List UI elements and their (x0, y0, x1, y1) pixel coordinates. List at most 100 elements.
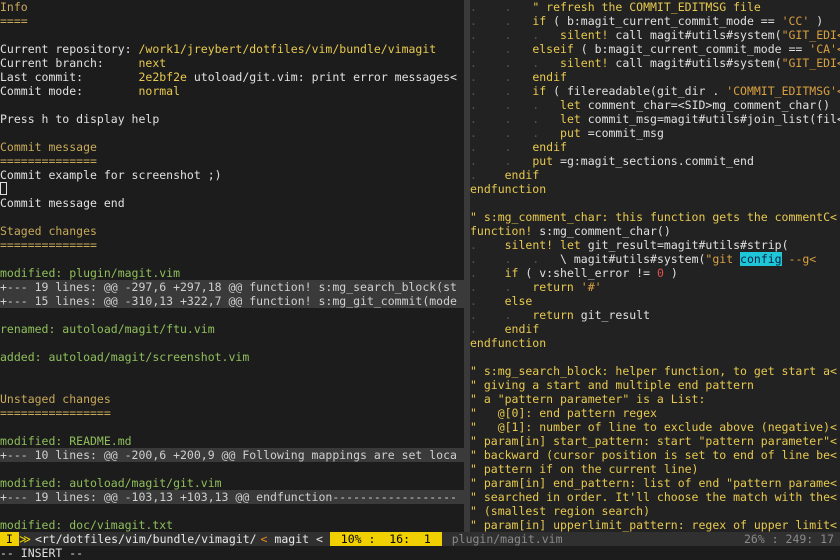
code-line[interactable]: " (smallest region search) (470, 504, 840, 518)
code-line[interactable]: endfunction (470, 182, 840, 196)
code-line[interactable]: " s:mg_search_block: helper function, to… (470, 364, 840, 378)
code-line[interactable]: . . . let commit_msg=magit#utils#join_li… (470, 112, 840, 126)
code-line[interactable]: . . " refresh the COMMIT_EDITMSG file (470, 0, 840, 14)
code-token: =commit_msg (580, 126, 664, 140)
code-token: function! (470, 224, 533, 238)
info-rule: ==== (0, 14, 28, 28)
code-token: . (470, 266, 505, 280)
code-line[interactable]: " s:mg_comment_char: this function gets … (470, 210, 840, 224)
code-token: endfunction (470, 336, 547, 350)
staged-file[interactable]: renamed: autoload/magit/ftu.vim (0, 322, 464, 336)
code-line[interactable]: " @[0]: end pattern regex (470, 406, 840, 420)
help-text: Press h to display help (0, 112, 160, 126)
commit-message-end: Commit message end (0, 196, 125, 210)
code-line[interactable]: . . . put =commit_msg (470, 126, 840, 140)
staged-file[interactable]: modified: plugin/magit.vim (0, 266, 464, 280)
code-token: --g< (781, 252, 817, 266)
code-token: silent! (560, 56, 609, 70)
code-line[interactable]: . . elseif ( b:magit_current_commit_mode… (470, 42, 840, 56)
code-token: =g:magit_sections.commit_end (553, 154, 754, 168)
code-line[interactable]: " a "pattern parameter" is a List: (470, 392, 840, 406)
code-token: . . . (470, 28, 561, 42)
info-title: Info (0, 0, 28, 14)
code-line[interactable]: . . return git_result (470, 308, 840, 322)
staged-rule: ============== (0, 238, 97, 252)
commit-message-title: Commit message (0, 140, 97, 154)
commit-hash: 2e2bf2e (138, 70, 187, 84)
commit-message-cursor-line[interactable] (0, 182, 464, 196)
code-token: let (560, 98, 581, 112)
code-line[interactable]: . silent! let git_result=magit#utils#str… (470, 238, 840, 252)
code-line[interactable]: " param[in] end_pattern: list of end "pa… (470, 476, 840, 490)
magit-buffer-pane[interactable]: Info ==== Current repository: /work1/jre… (0, 0, 464, 532)
code-line[interactable]: . . if ( b:magit_current_commit_mode == … (470, 14, 840, 28)
code-line[interactable]: . . if ( filereadable(git_dir . 'COMMIT_… (470, 84, 840, 98)
unstaged-file[interactable]: modified: autoload/magit/git.vim (0, 476, 464, 490)
code-token: \ magit#utils#system( (560, 252, 706, 266)
cursor-position: 10% : 16: 1 (329, 532, 442, 546)
code-line[interactable]: . . . silent! call magit#utils#system("G… (470, 28, 840, 42)
code-token: " searched in order. It'll choose the ma… (470, 490, 837, 504)
code-token: 0 (656, 266, 664, 280)
code-line[interactable]: . . . \ magit#utils#system("git config -… (470, 252, 840, 266)
code-token: " param[in] start_pattern: start "patter… (470, 434, 837, 448)
code-line[interactable]: . . . let comment_char=<SID>mg_comment_c… (470, 98, 840, 112)
code-token: '#' (580, 280, 602, 294)
commit-message-rule: ============== (0, 154, 97, 168)
code-line[interactable]: . . . silent! call magit#utils#system("G… (470, 56, 840, 70)
code-token: comment_char=<SID>mg_comment_char() (580, 98, 831, 112)
code-line[interactable]: . else (470, 294, 840, 308)
code-line[interactable]: . if ( v:shell_error != 0 ) (470, 266, 840, 280)
code-line[interactable]: endfunction (470, 336, 840, 350)
code-token: endif (504, 322, 540, 336)
code-line[interactable]: . . endif (470, 70, 840, 84)
code-line[interactable]: . . put =g:magit_sections.commit_end (470, 154, 840, 168)
unstaged-file[interactable]: modified: doc/vimagit.txt (0, 518, 464, 532)
staged-hunk-fold[interactable]: +--- 15 lines: @@ -310,13 +322,7 @@ func… (0, 294, 464, 308)
code-line[interactable]: . endif (470, 322, 840, 336)
code-line[interactable] (470, 350, 840, 364)
code-token: 'CA'< (809, 42, 840, 56)
code-line[interactable]: . . endif (470, 140, 840, 154)
filetype-separator: < (315, 532, 323, 546)
code-line[interactable]: " searched in order. It'll choose the ma… (470, 490, 840, 504)
status-line: I ≫ <rt/dotfiles/vim/bundle/vimagit/< magi… (0, 532, 840, 546)
search-highlight: config (740, 252, 782, 266)
code-token: " s:mg_comment_char: this function gets … (470, 210, 837, 224)
code-line[interactable]: " giving a start and multiple end patter… (470, 378, 840, 392)
code-token: call magit#utils#system( (608, 56, 782, 70)
code-line[interactable]: . endif (470, 168, 840, 182)
code-line[interactable]: " param[in] start_pattern: start "patter… (470, 434, 840, 448)
commit-message-line[interactable]: Commit example for screenshot ;) (0, 168, 464, 182)
unstaged-file[interactable]: modified: README.md (0, 434, 464, 448)
unstaged-hunk-fold[interactable]: +--- 10 lines: @@ -200,6 +200,9 @@ Follo… (0, 448, 464, 462)
info-mode-row: Commit mode: normal (0, 84, 181, 98)
source-editor-pane[interactable]: . . " refresh the COMMIT_EDITMSG file. .… (470, 0, 840, 532)
code-token: 'CC' (781, 14, 810, 28)
code-token: git_result (573, 308, 651, 322)
unstaged-hunk-fold[interactable]: +--- 19 lines: @@ -103,13 +103,13 @@ end… (0, 490, 464, 504)
code-token: . . (470, 140, 533, 154)
code-line[interactable]: " @[1]: number of line to exclude above … (470, 420, 840, 434)
code-line[interactable]: " param[in] upperlimit_pattern: regex of… (470, 518, 840, 532)
code-token: ( b:magit_current_commit_mode == (573, 42, 810, 56)
code-token: " refresh the COMMIT_EDITMSG file (532, 0, 761, 14)
code-token: " param[in] upperlimit_pattern: regex of… (470, 518, 837, 532)
staged-hunk-fold[interactable]: +--- 19 lines: @@ -297,6 +297,18 @@ func… (0, 280, 464, 294)
staged-file[interactable]: added: autoload/magit/screenshot.vim (0, 350, 464, 364)
unstaged-title: Unstaged changes (0, 392, 111, 406)
code-line[interactable]: function! s:mg_comment_char() (470, 224, 840, 238)
code-line[interactable]: " pattern if on the current line) (470, 462, 840, 476)
code-token: elseif (532, 42, 574, 56)
text-cursor (0, 182, 7, 195)
code-line[interactable]: . . return '#' (470, 280, 840, 294)
code-line[interactable]: " backward (cursor position is set to en… (470, 448, 840, 462)
code-token: s:mg_comment_char() (532, 224, 671, 238)
code-token: . . . (470, 56, 561, 70)
code-token: git_result=magit#utils#strip( (580, 238, 789, 252)
code-token: " (smallest region search) (470, 504, 651, 518)
code-line[interactable] (470, 196, 840, 210)
info-repo-row: Current repository: /work1/jreybert/dotf… (0, 42, 437, 56)
